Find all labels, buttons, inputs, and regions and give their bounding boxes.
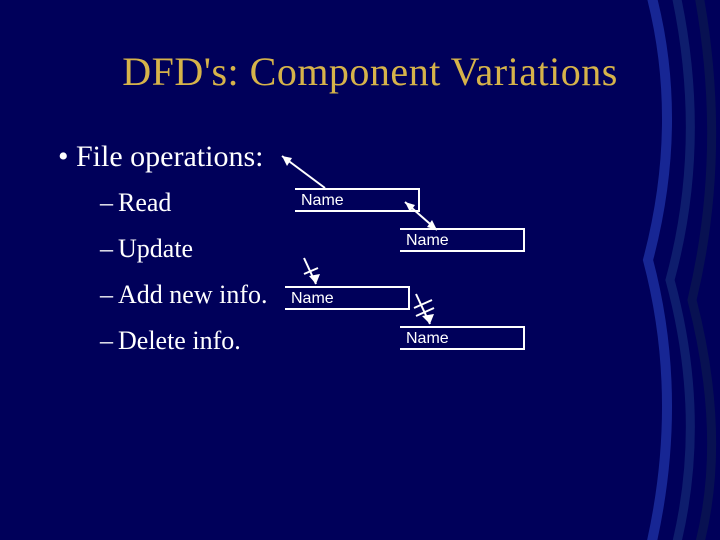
item-read: –Read	[100, 188, 171, 218]
bullet-dash-icon: –	[100, 188, 118, 218]
bullet-dash-icon: –	[100, 326, 118, 356]
heading-text: File operations:	[76, 140, 263, 173]
item-addnew-label: Add new info.	[118, 280, 267, 309]
bullet-dash-icon: –	[100, 234, 118, 264]
slide-title: DFD's: Component Variations	[70, 48, 670, 95]
arrow-update-icon	[395, 194, 455, 244]
datastore-delete-label: Name	[406, 330, 449, 347]
item-read-label: Read	[118, 188, 171, 217]
item-addnew: –Add new info.	[100, 280, 267, 310]
heading-file-operations: •File operations:	[58, 140, 263, 174]
item-update: –Update	[100, 234, 193, 264]
datastore-addnew-label: Name	[291, 290, 334, 307]
item-deleteinfo-label: Delete info.	[118, 326, 241, 355]
item-deleteinfo: –Delete info.	[100, 326, 241, 356]
bullet-dash-icon: –	[100, 280, 118, 310]
arrow-addnew-icon	[296, 254, 346, 292]
arrow-delete-icon	[408, 290, 458, 332]
bullet-dot-icon: •	[58, 140, 76, 174]
item-update-label: Update	[118, 234, 193, 263]
slide: DFD's: Component Variations •File operat…	[0, 0, 720, 540]
arrow-read-icon	[270, 150, 340, 200]
